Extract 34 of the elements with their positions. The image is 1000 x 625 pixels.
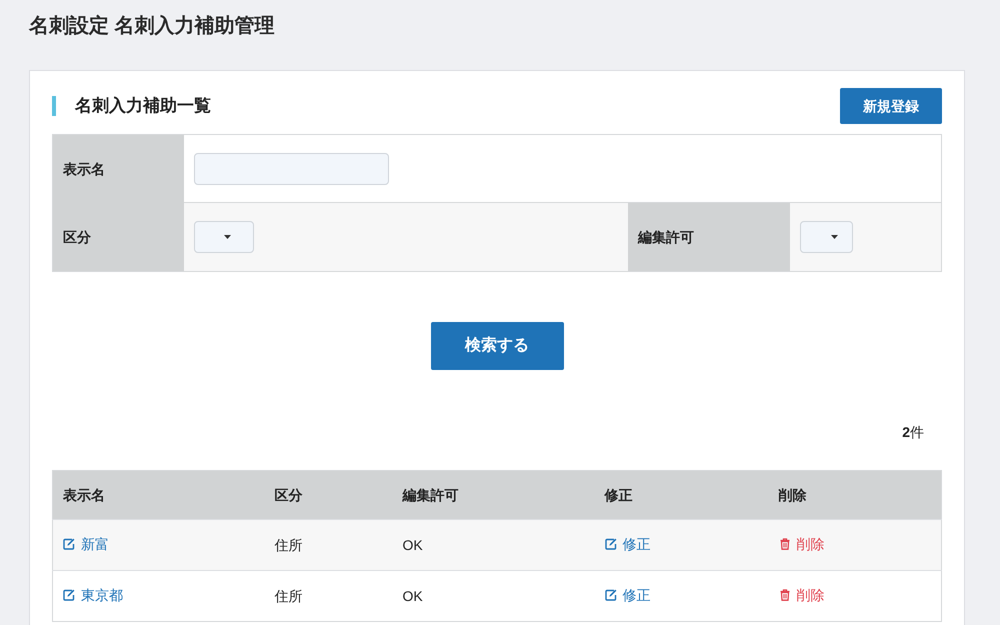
edit-icon — [604, 589, 616, 602]
page-title: 名刺設定 名刺入力補助管理 — [29, 14, 275, 39]
section-heading: 名刺入力補助一覧 — [52, 96, 211, 116]
text-field[interactable] — [194, 152, 389, 184]
result-count: 2件 — [902, 424, 924, 440]
column-header: 編集許可 — [392, 470, 594, 520]
caret-icon — [224, 235, 231, 239]
search-button[interactable]: 検索する — [430, 322, 564, 370]
name-link[interactable]: 東京都 — [63, 584, 123, 606]
dropdown[interactable] — [800, 221, 853, 253]
table-cell: 住所 — [264, 570, 392, 622]
edit-icon — [63, 589, 75, 602]
field-label: 編集許可 — [638, 228, 694, 246]
edit-icon — [604, 538, 616, 550]
edit-icon — [63, 538, 75, 550]
column-header: 区分 — [264, 470, 392, 520]
trash-icon — [778, 538, 790, 550]
column-header: 表示名 — [52, 470, 264, 520]
table-cell: 住所 — [264, 520, 392, 570]
table-cell: OK — [392, 520, 594, 570]
field-label: 区分 — [63, 228, 91, 246]
name-link[interactable]: 新富 — [63, 534, 109, 555]
dropdown[interactable] — [194, 221, 254, 253]
delete-link[interactable]: 削除 — [778, 534, 824, 555]
column-header: 削除 — [768, 470, 942, 520]
column-header: 修正 — [594, 470, 768, 520]
caret-icon — [831, 235, 838, 239]
edit-link[interactable]: 修正 — [604, 584, 650, 606]
delete-link[interactable]: 削除 — [778, 584, 824, 606]
edit-link[interactable]: 修正 — [604, 534, 650, 555]
trash-icon — [778, 589, 790, 602]
table-cell: OK — [392, 570, 594, 622]
field-label: 表示名 — [63, 160, 105, 178]
new-button[interactable]: 新規登録 — [840, 88, 942, 124]
